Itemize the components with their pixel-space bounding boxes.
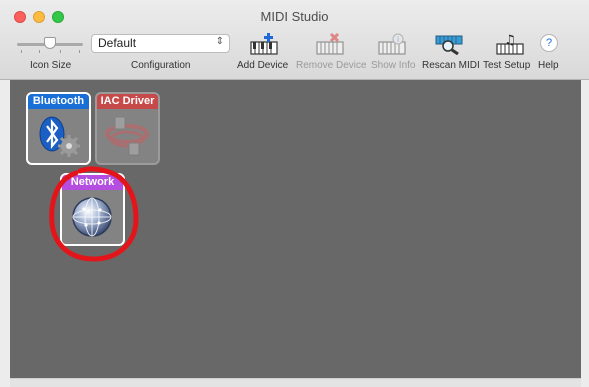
status-bar xyxy=(10,378,581,387)
device-label: Network xyxy=(62,175,123,190)
device-network[interactable]: Network xyxy=(60,173,125,246)
slider-tick xyxy=(60,50,61,53)
svg-text:i: i xyxy=(397,35,399,44)
show-info-label: Show Info xyxy=(371,60,416,71)
device-label: IAC Driver xyxy=(97,94,158,109)
bluetooth-gear-icon xyxy=(39,116,80,157)
left-margin xyxy=(0,80,10,387)
icon-size-slider[interactable] xyxy=(17,37,83,53)
help-button[interactable]: ? xyxy=(540,34,558,52)
add-device-label: Add Device xyxy=(237,60,289,71)
titlebar-toolbar: MIDI Studio Icon Size Default ⇕ Configur… xyxy=(0,0,589,80)
test-setup-icon[interactable]: ♫ xyxy=(496,33,524,55)
add-device-icon[interactable] xyxy=(250,33,278,55)
iac-driver-icon xyxy=(105,116,149,156)
help-label: Help xyxy=(538,60,559,71)
remove-device-label: Remove Device xyxy=(296,60,367,71)
window-title: MIDI Studio xyxy=(260,9,329,24)
rescan-midi-label: Rescan MIDI xyxy=(422,60,480,71)
network-globe-icon xyxy=(72,197,112,237)
slider-thumb[interactable] xyxy=(44,37,56,49)
configuration-label: Configuration xyxy=(131,60,191,71)
svg-text:♫: ♫ xyxy=(504,33,516,48)
test-setup-label: Test Setup xyxy=(483,60,531,71)
device-canvas[interactable]: Bluetooth IAC Driver Network xyxy=(10,80,581,378)
device-label: Bluetooth xyxy=(28,94,89,109)
device-bluetooth[interactable]: Bluetooth xyxy=(26,92,91,165)
configuration-select[interactable]: Default ⇕ xyxy=(91,34,230,53)
remove-device-icon[interactable] xyxy=(316,33,344,55)
slider-tick xyxy=(79,50,80,53)
device-iac-driver[interactable]: IAC Driver xyxy=(95,92,160,165)
slider-tick xyxy=(39,50,40,53)
icon-size-label: Icon Size xyxy=(30,60,72,71)
midi-studio-window: MIDI Studio Icon Size Default ⇕ Configur… xyxy=(0,0,589,387)
slider-tick xyxy=(21,50,22,53)
configuration-value: Default xyxy=(98,36,137,50)
chevron-updown-icon: ⇕ xyxy=(215,36,224,47)
rescan-midi-icon[interactable] xyxy=(435,33,463,55)
right-margin xyxy=(581,80,589,387)
show-info-icon[interactable]: i xyxy=(378,33,406,55)
